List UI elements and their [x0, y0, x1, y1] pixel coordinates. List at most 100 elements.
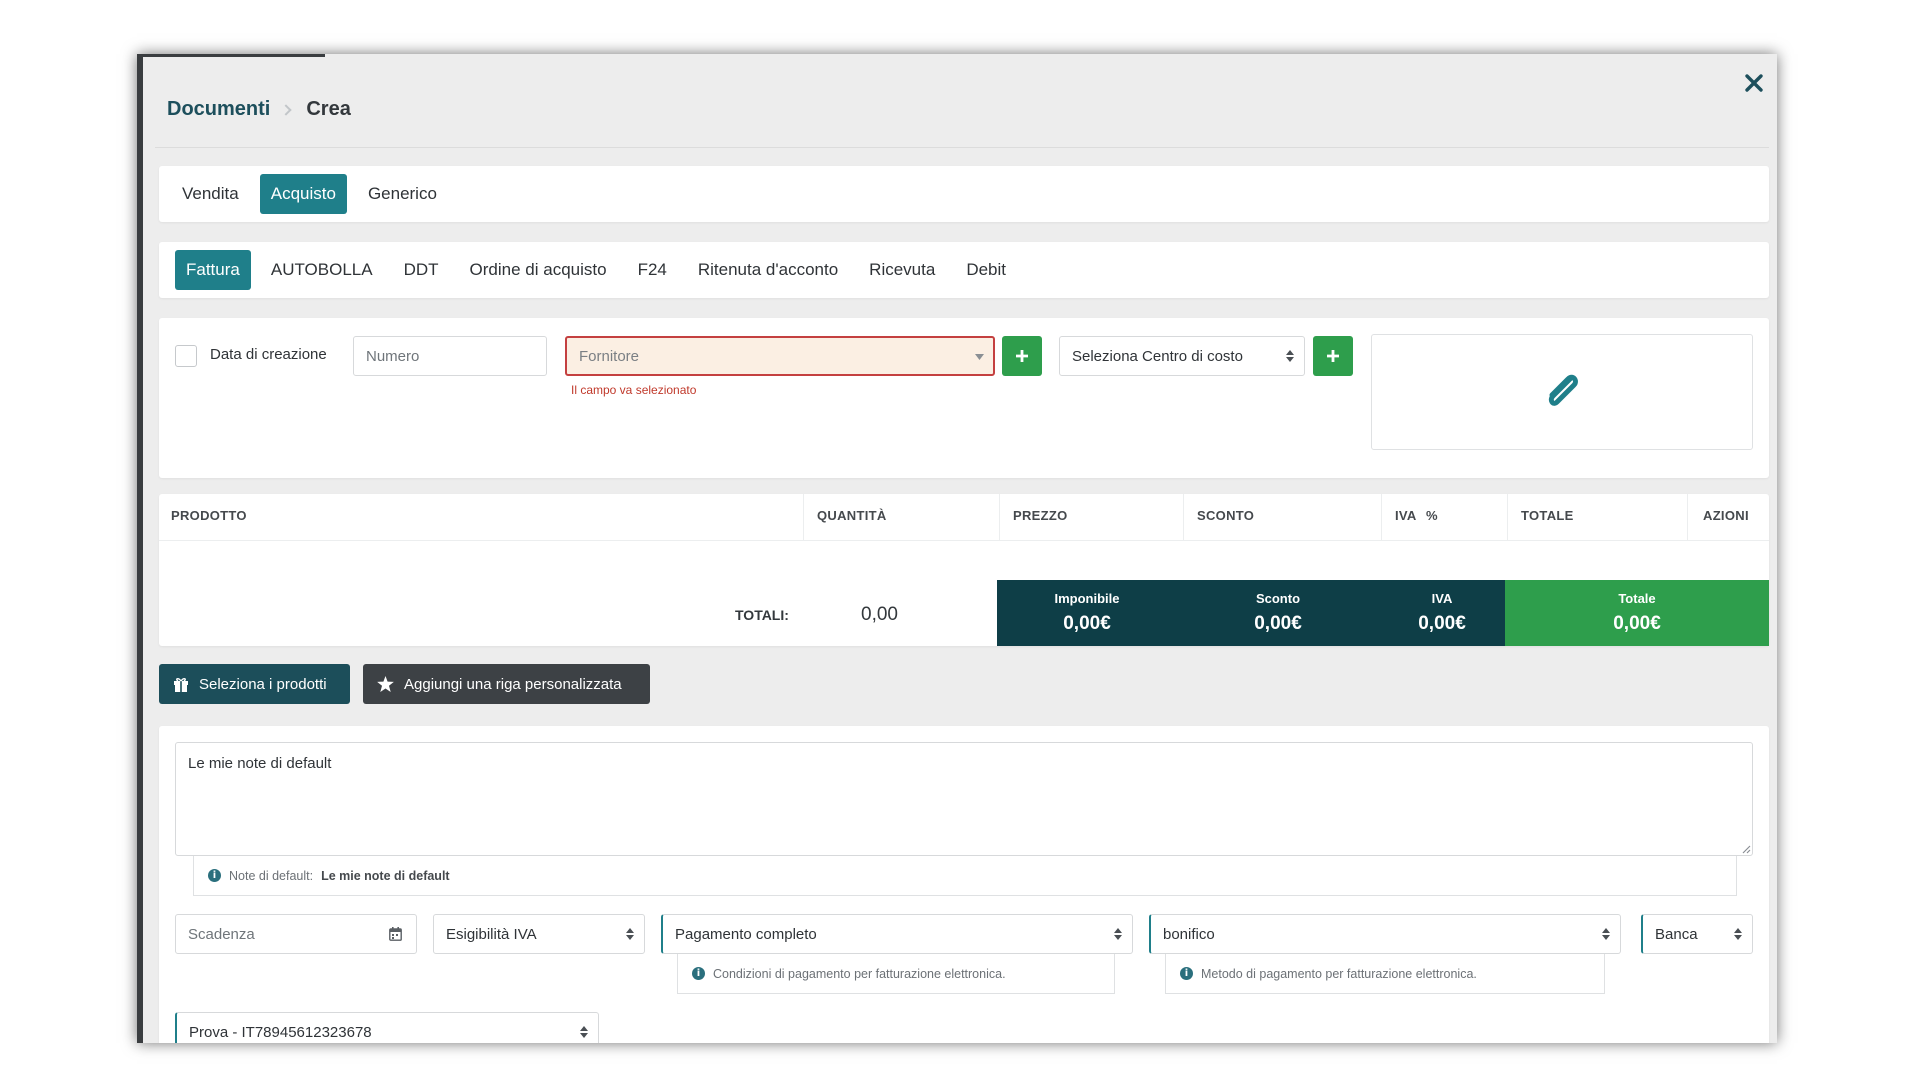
- document-header-form: Data di creazione Fornitore Il campo va …: [159, 318, 1769, 478]
- add-cost-center-button[interactable]: [1313, 336, 1353, 376]
- due-date-input[interactable]: Scadenza: [175, 914, 417, 954]
- breadcrumb-current: Crea: [306, 98, 351, 120]
- products-table: PRODOTTO QUANTITÀ PREZZO SCONTO IVA % TO…: [159, 494, 1769, 646]
- creation-date-label: Data di creazione: [210, 346, 327, 363]
- tab-debit[interactable]: Debit: [955, 250, 1017, 290]
- gift-icon: [174, 677, 188, 692]
- breadcrumb: Documenti Crea: [167, 98, 351, 121]
- tab-f24[interactable]: F24: [627, 250, 678, 290]
- number-input[interactable]: [353, 336, 547, 376]
- column-separator: [803, 494, 804, 540]
- column-header-price: PREZZO: [1013, 508, 1068, 523]
- summary-discount-value: 0,00€: [1254, 613, 1302, 634]
- tab-ddt[interactable]: DDT: [393, 250, 450, 290]
- payment-terms-select[interactable]: Pagamento completo: [661, 914, 1133, 954]
- resize-grip-icon[interactable]: [1741, 844, 1751, 854]
- payment-method-select[interactable]: bonifico: [1149, 914, 1621, 954]
- column-header-total: TOTALE: [1521, 508, 1574, 523]
- column-header-discount: SCONTO: [1197, 508, 1255, 523]
- totals-label: TOTALI:: [735, 607, 789, 623]
- category-tabs-card: Vendita Acquisto Generico: [159, 166, 1769, 222]
- add-custom-row-label: Aggiungi una riga personalizzata: [404, 675, 622, 693]
- select-products-label: Seleziona i prodotti: [199, 675, 327, 693]
- notes-textarea[interactable]: Le mie note di default: [175, 742, 1753, 856]
- summary-discount: Sconto 0,00€: [1177, 580, 1379, 646]
- info-icon: i: [692, 967, 705, 980]
- payment-method-value: bonifico: [1163, 925, 1215, 943]
- cost-center-placeholder: Seleziona Centro di costo: [1072, 347, 1243, 365]
- tab-ordine-di-acquisto[interactable]: Ordine di acquisto: [459, 250, 618, 290]
- payment-method-help-text: Metodo di pagamento per fatturazione ele…: [1201, 966, 1477, 981]
- notes-payment-card: Le mie note di default i Note di default…: [159, 726, 1769, 1043]
- add-custom-row-button[interactable]: Aggiungi una riga personalizzata: [363, 664, 650, 704]
- add-supplier-button[interactable]: [1002, 336, 1042, 376]
- plus-icon: [1016, 350, 1028, 362]
- creation-date-checkbox[interactable]: [175, 345, 197, 367]
- tab-acquisto[interactable]: Acquisto: [259, 174, 347, 214]
- sort-arrows-icon: [1602, 928, 1610, 940]
- column-header-product: PRODOTTO: [171, 508, 247, 523]
- tab-fattura[interactable]: Fattura: [175, 250, 251, 290]
- summary-total: Totale 0,00€: [1505, 580, 1769, 646]
- due-date-placeholder: Scadenza: [188, 925, 255, 943]
- plus-icon: [1327, 350, 1339, 362]
- summary-taxable: Imponibile 0,00€: [997, 580, 1177, 646]
- info-icon: i: [1180, 967, 1193, 980]
- column-separator: [1507, 494, 1508, 540]
- cost-center-select[interactable]: Seleziona Centro di costo: [1059, 336, 1305, 376]
- vat-unit: %: [1426, 508, 1438, 523]
- caret-down-icon: [975, 354, 984, 360]
- tab-autobolla[interactable]: AUTOBOLLA: [260, 250, 384, 290]
- header-divider: [155, 147, 1769, 148]
- summary-vat-value: 0,00€: [1418, 613, 1466, 634]
- vat-eligibility-value: Esigibilità IVA: [446, 925, 537, 943]
- close-button[interactable]: [1737, 66, 1771, 100]
- column-separator: [1381, 494, 1382, 540]
- supplier-placeholder: Fornitore: [579, 347, 640, 365]
- sort-arrows-icon: [1114, 928, 1122, 940]
- sort-arrows-icon: [1286, 350, 1294, 362]
- notes-help-prefix: Note di default:: [229, 868, 314, 883]
- header-row-divider: [159, 540, 1769, 541]
- calendar-icon: [389, 927, 402, 941]
- sort-arrows-icon: [626, 928, 634, 940]
- document-modal: Documenti Crea Vendita Acquisto Generico…: [137, 54, 1777, 1043]
- bank-select[interactable]: Banca: [1641, 914, 1753, 954]
- chevron-right-icon: [280, 103, 293, 116]
- bank-value: Banca: [1655, 925, 1698, 943]
- tab-generico[interactable]: Generico: [357, 174, 448, 214]
- payment-terms-help-text: Condizioni di pagamento per fatturazione…: [713, 966, 1006, 981]
- payment-terms-value: Pagamento completo: [675, 925, 817, 943]
- summary-vat-label: IVA: [1431, 591, 1453, 606]
- document-tabs: Fattura AUTOBOLLA DDT Ordine di acquisto…: [159, 242, 1769, 298]
- bank-account-select[interactable]: Prova - IT78945612323678: [175, 1012, 599, 1043]
- supplier-select[interactable]: Fornitore: [565, 336, 995, 376]
- star-icon: [377, 676, 394, 692]
- column-separator: [999, 494, 1000, 540]
- modal-top-accent: [143, 54, 325, 57]
- tab-ricevuta[interactable]: Ricevuta: [858, 250, 946, 290]
- notes-help-value: Le mie note di default: [321, 868, 450, 883]
- tab-vendita[interactable]: Vendita: [171, 174, 250, 214]
- vat-eligibility-select[interactable]: Esigibilità IVA: [433, 914, 645, 954]
- column-header-vat: IVA %: [1395, 508, 1438, 523]
- close-icon: [1745, 74, 1763, 92]
- summary-discount-label: Sconto: [1255, 591, 1301, 606]
- sort-arrows-icon: [1734, 928, 1742, 940]
- summary-taxable-label: Imponibile: [1054, 591, 1120, 606]
- summary-taxable-value: 0,00€: [1063, 613, 1111, 634]
- sort-arrows-icon: [580, 1026, 588, 1038]
- column-separator: [1687, 494, 1688, 540]
- supplier-error-message: Il campo va selezionato: [571, 383, 697, 397]
- breadcrumb-root[interactable]: Documenti: [167, 98, 270, 121]
- document-tabs-card: Fattura AUTOBOLLA DDT Ordine di acquisto…: [159, 242, 1769, 298]
- attachment-dropzone[interactable]: [1371, 334, 1753, 450]
- vat-header-label: IVA: [1395, 508, 1417, 523]
- select-products-button[interactable]: Seleziona i prodotti: [159, 664, 350, 704]
- summary-total-label: Totale: [1618, 591, 1656, 606]
- summary-vat: IVA 0,00€: [1379, 580, 1505, 646]
- payment-method-help: i Metodo di pagamento per fatturazione e…: [1165, 954, 1605, 994]
- tab-ritenuta-d-acconto[interactable]: Ritenuta d'acconto: [687, 250, 849, 290]
- column-separator: [1183, 494, 1184, 540]
- totals-summary: Imponibile 0,00€ Sconto 0,00€ IVA 0,00€ …: [997, 580, 1769, 646]
